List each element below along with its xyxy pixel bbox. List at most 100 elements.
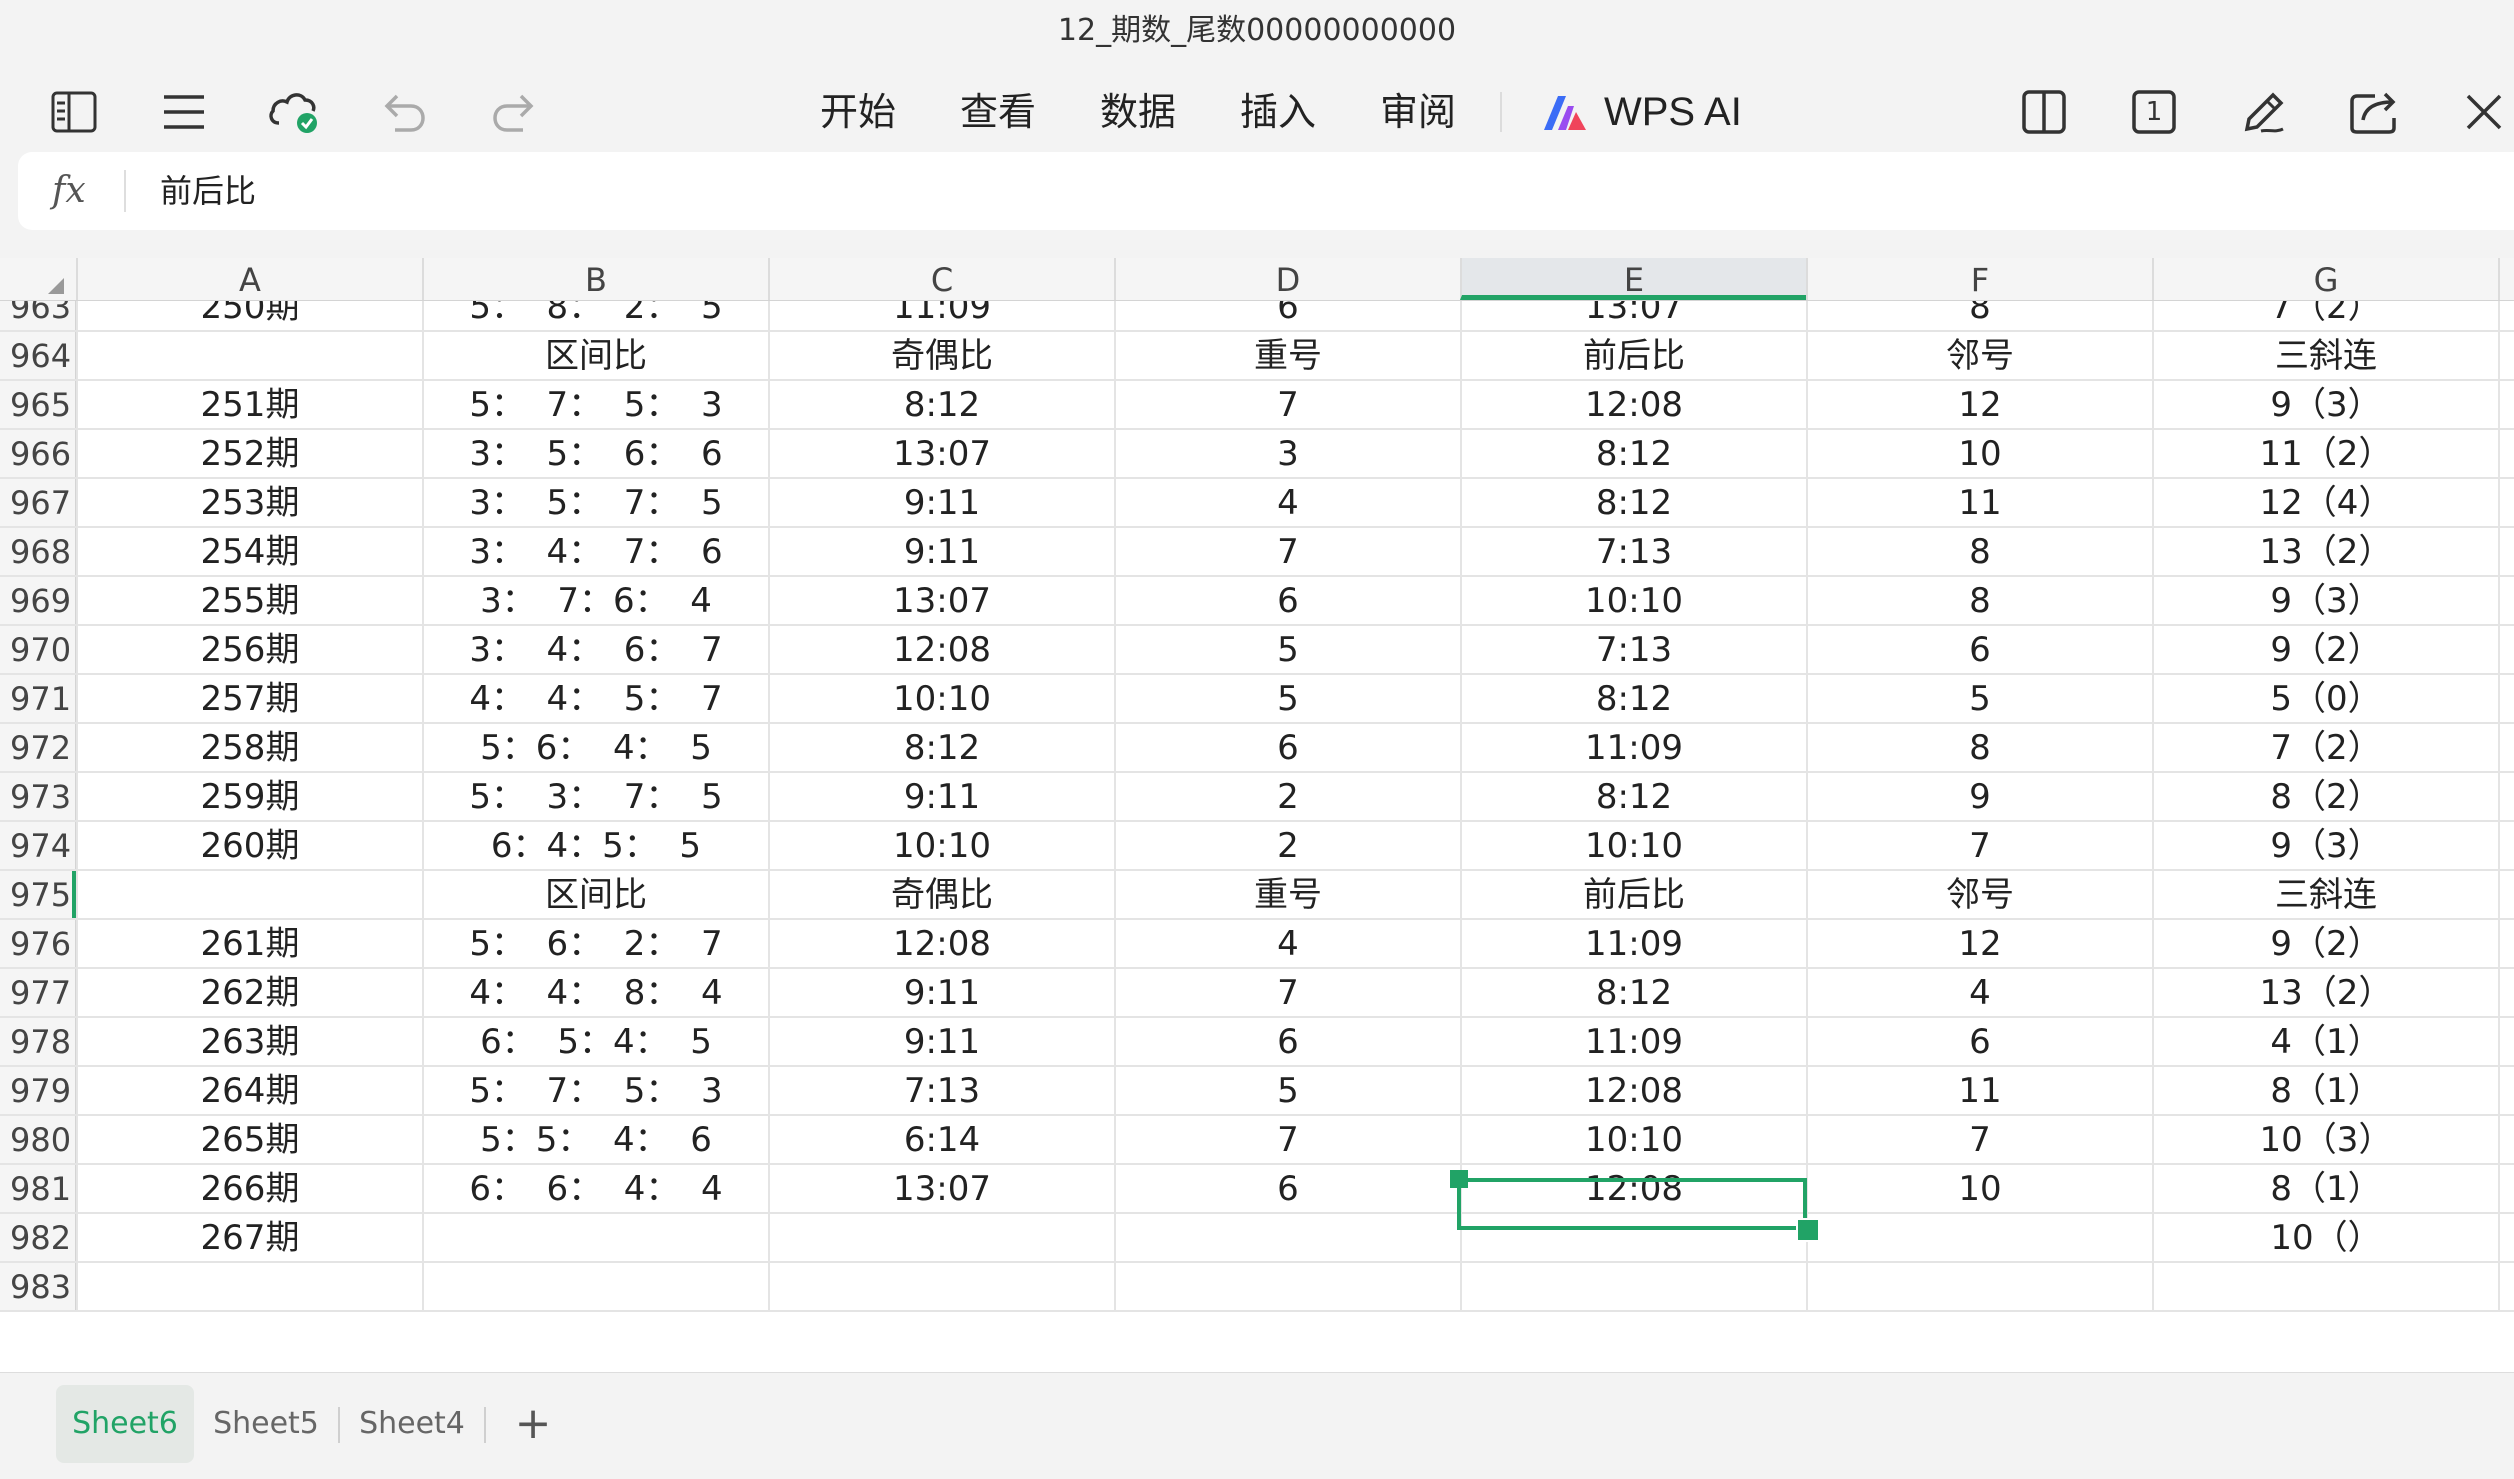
- cell-e977[interactable]: 8:12: [1460, 969, 1806, 1016]
- selection-fill-handle[interactable]: [1796, 1218, 1820, 1242]
- cell-d967[interactable]: 4: [1114, 479, 1460, 526]
- cell-e971[interactable]: 8:12: [1460, 675, 1806, 722]
- column-header-d[interactable]: D: [1114, 258, 1460, 300]
- cell-f980[interactable]: 7: [1806, 1116, 2152, 1163]
- cell-h974[interactable]: [2498, 822, 2514, 869]
- column-header-c[interactable]: C: [768, 258, 1114, 300]
- cell-f974[interactable]: 7: [1806, 822, 2152, 869]
- cell-a975[interactable]: [76, 871, 422, 918]
- split-view-icon[interactable]: [2012, 80, 2076, 144]
- cell-g972[interactable]: 7（2）: [2152, 724, 2498, 771]
- cell-c980[interactable]: 6:14: [768, 1116, 1114, 1163]
- cell-a965[interactable]: 251期: [76, 381, 422, 428]
- row-header[interactable]: 967: [0, 479, 76, 526]
- cell-f968[interactable]: 8: [1806, 528, 2152, 575]
- cell-h968[interactable]: [2498, 528, 2514, 575]
- cell-b971[interactable]: 4： 4： 5： 7: [422, 675, 768, 722]
- cell-g983[interactable]: [2152, 1263, 2498, 1310]
- close-icon[interactable]: [2452, 80, 2514, 144]
- row-header[interactable]: 968: [0, 528, 76, 575]
- cell-g974[interactable]: 9（3）: [2152, 822, 2498, 869]
- select-all-corner[interactable]: [0, 258, 76, 300]
- cell-b970[interactable]: 3： 4： 6： 7: [422, 626, 768, 673]
- cell-d981[interactable]: 6: [1114, 1165, 1460, 1212]
- cell-h973[interactable]: [2498, 773, 2514, 820]
- cell-h966[interactable]: [2498, 430, 2514, 477]
- cell-f981[interactable]: 10: [1806, 1165, 2152, 1212]
- cell-b967[interactable]: 3： 5： 7： 5: [422, 479, 768, 526]
- wps-ai-button[interactable]: WPS AI: [1540, 72, 1742, 152]
- cell-f971[interactable]: 5: [1806, 675, 2152, 722]
- cell-h980[interactable]: [2498, 1116, 2514, 1163]
- cell-h982[interactable]: [2498, 1214, 2514, 1261]
- cell-f979[interactable]: 11: [1806, 1067, 2152, 1114]
- row-header[interactable]: 970: [0, 626, 76, 673]
- column-header-f[interactable]: F: [1806, 258, 2152, 300]
- menu-icon[interactable]: [152, 80, 216, 144]
- cell-d976[interactable]: 4: [1114, 920, 1460, 967]
- cell-b974[interactable]: 6：4：5： 5: [422, 822, 768, 869]
- menu-data[interactable]: 数据: [1100, 72, 1176, 152]
- redo-icon[interactable]: [482, 80, 546, 144]
- menu-home[interactable]: 开始: [820, 72, 896, 152]
- cell-a979[interactable]: 264期: [76, 1067, 422, 1114]
- row-header[interactable]: 978: [0, 1018, 76, 1065]
- formula-input[interactable]: 前后比: [160, 152, 256, 230]
- cell-g979[interactable]: 8（1）: [2152, 1067, 2498, 1114]
- cell-a974[interactable]: 260期: [76, 822, 422, 869]
- cell-g977[interactable]: 13（2）: [2152, 969, 2498, 1016]
- cell-b979[interactable]: 5： 7： 5： 3: [422, 1067, 768, 1114]
- sheet-tab-sheet6[interactable]: Sheet6: [56, 1385, 194, 1463]
- cell-a970[interactable]: 256期: [76, 626, 422, 673]
- page-count-button[interactable]: 1: [2122, 80, 2186, 144]
- menu-review[interactable]: 审阅: [1380, 72, 1456, 152]
- cell-g976[interactable]: 9（2）: [2152, 920, 2498, 967]
- cell-e969[interactable]: 10:10: [1460, 577, 1806, 624]
- cell-c965[interactable]: 8:12: [768, 381, 1114, 428]
- sheet-tab-sheet5[interactable]: Sheet5: [204, 1385, 328, 1463]
- cell-c966[interactable]: 13:07: [768, 430, 1114, 477]
- cell-h972[interactable]: [2498, 724, 2514, 771]
- row-header[interactable]: 966: [0, 430, 76, 477]
- cell-d969[interactable]: 6: [1114, 577, 1460, 624]
- cell-b965[interactable]: 5： 7： 5： 3: [422, 381, 768, 428]
- cell-c967[interactable]: 9:11: [768, 479, 1114, 526]
- column-header-b[interactable]: B: [422, 258, 768, 300]
- spreadsheet-grid[interactable]: A B C D E F G 962249期6： 6： 4： 414:06512:…: [0, 258, 2514, 1372]
- cell-a976[interactable]: 261期: [76, 920, 422, 967]
- cell-b975[interactable]: 区间比: [422, 871, 768, 918]
- cell-h981[interactable]: [2498, 1165, 2514, 1212]
- cell-d971[interactable]: 5: [1114, 675, 1460, 722]
- cell-d966[interactable]: 3: [1114, 430, 1460, 477]
- cell-g965[interactable]: 9（3）: [2152, 381, 2498, 428]
- cell-e967[interactable]: 8:12: [1460, 479, 1806, 526]
- cell-c973[interactable]: 9:11: [768, 773, 1114, 820]
- cell-a978[interactable]: 263期: [76, 1018, 422, 1065]
- column-header-h[interactable]: [2498, 258, 2514, 300]
- cell-b978[interactable]: 6： 5：4： 5: [422, 1018, 768, 1065]
- cell-f972[interactable]: 8: [1806, 724, 2152, 771]
- cell-e976[interactable]: 11:09: [1460, 920, 1806, 967]
- cell-e972[interactable]: 11:09: [1460, 724, 1806, 771]
- menu-insert[interactable]: 插入: [1240, 72, 1316, 152]
- cell-b981[interactable]: 6： 6： 4： 4: [422, 1165, 768, 1212]
- cell-c978[interactable]: 9:11: [768, 1018, 1114, 1065]
- add-sheet-button[interactable]: +: [508, 1385, 558, 1463]
- cell-a973[interactable]: 259期: [76, 773, 422, 820]
- cell-c981[interactable]: 13:07: [768, 1165, 1114, 1212]
- cell-h967[interactable]: [2498, 479, 2514, 526]
- cell-c975[interactable]: 奇偶比: [768, 871, 1114, 918]
- cell-a964[interactable]: [76, 332, 422, 379]
- row-header[interactable]: 976: [0, 920, 76, 967]
- cell-c979[interactable]: 7:13: [768, 1067, 1114, 1114]
- cell-f967[interactable]: 11: [1806, 479, 2152, 526]
- cell-d975[interactable]: 重号: [1114, 871, 1460, 918]
- cell-c982[interactable]: [768, 1214, 1114, 1261]
- cell-c976[interactable]: 12:08: [768, 920, 1114, 967]
- cell-f970[interactable]: 6: [1806, 626, 2152, 673]
- cell-a981[interactable]: 266期: [76, 1165, 422, 1212]
- cell-c983[interactable]: [768, 1263, 1114, 1310]
- cell-c972[interactable]: 8:12: [768, 724, 1114, 771]
- cell-f973[interactable]: 9: [1806, 773, 2152, 820]
- cell-e966[interactable]: 8:12: [1460, 430, 1806, 477]
